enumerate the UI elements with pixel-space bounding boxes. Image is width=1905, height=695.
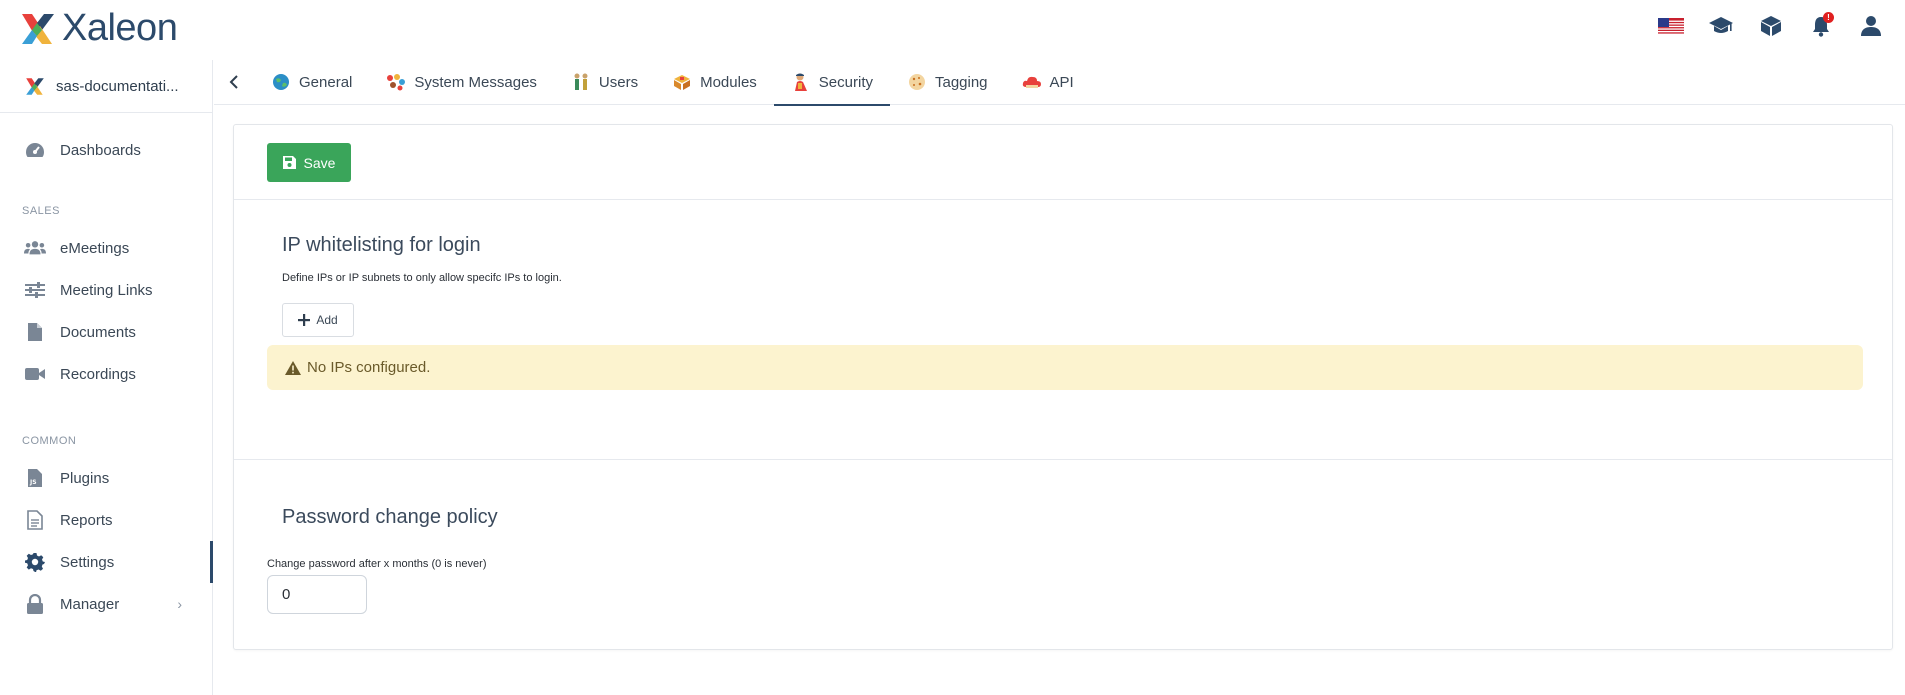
sidebar-item-settings[interactable]: Settings bbox=[0, 541, 213, 583]
svg-text:JS: JS bbox=[29, 479, 37, 486]
sidebar-section-sales: SALES bbox=[22, 205, 60, 217]
sidebar-item-meeting-links[interactable]: Meeting Links bbox=[0, 269, 212, 311]
tab-security[interactable]: Security bbox=[773, 60, 891, 106]
notification-badge: ! bbox=[1823, 12, 1834, 23]
js-file-icon: JS bbox=[24, 467, 46, 489]
globe-icon bbox=[271, 72, 291, 92]
language-selector[interactable] bbox=[1657, 12, 1685, 40]
header-actions: ! bbox=[1657, 12, 1885, 40]
no-ips-alert: No IPs configured. bbox=[267, 345, 1863, 390]
gauge-icon bbox=[24, 139, 46, 161]
sidebar-item-label: eMeetings bbox=[60, 239, 130, 257]
security-settings-card: Save IP whitelisting for login Define IP… bbox=[233, 124, 1893, 650]
password-months-label: Change password after x months (0 is nev… bbox=[267, 558, 487, 570]
users-icon bbox=[24, 237, 46, 259]
top-header: Xaleon ! bbox=[0, 0, 1905, 60]
sidebar-item-label: Meeting Links bbox=[60, 281, 153, 299]
document-icon bbox=[24, 321, 46, 343]
security-guard-icon bbox=[791, 72, 811, 92]
sidebar-item-emeetings[interactable]: eMeetings bbox=[0, 227, 212, 269]
package-icon bbox=[672, 72, 692, 92]
settings-tabs: General System Messages Users Modules Se… bbox=[214, 60, 1905, 106]
gear-icon bbox=[24, 551, 46, 573]
card-toolbar: Save bbox=[234, 125, 1892, 200]
users-figures-icon bbox=[571, 72, 591, 92]
app-logo[interactable]: Xaleon bbox=[18, 7, 178, 49]
sidebar-item-label: Settings bbox=[60, 553, 115, 571]
tab-label: API bbox=[1049, 73, 1074, 91]
video-camera-icon bbox=[24, 363, 46, 385]
floppy-disk-icon bbox=[282, 156, 296, 169]
tab-label: Tagging bbox=[934, 73, 988, 91]
box-icon bbox=[1761, 16, 1781, 36]
api-cloud-icon bbox=[1022, 72, 1042, 92]
tab-general[interactable]: General bbox=[254, 60, 369, 105]
ip-whitelist-description: Define IPs or IP subnets to only allow s… bbox=[282, 272, 562, 284]
lock-icon bbox=[24, 593, 46, 615]
academy-button[interactable] bbox=[1707, 12, 1735, 40]
sidebar-item-label: Documents bbox=[60, 323, 136, 341]
add-ip-button[interactable]: Add bbox=[282, 303, 354, 337]
xaleon-logo-icon bbox=[22, 14, 54, 44]
tab-label: Users bbox=[598, 73, 639, 91]
sidebar: sas-documentati... Dashboards SALES eMee… bbox=[0, 60, 213, 695]
cookie-icon bbox=[907, 72, 927, 92]
us-flag-icon bbox=[1658, 17, 1684, 35]
xaleon-logo-icon bbox=[26, 78, 44, 95]
back-button[interactable] bbox=[214, 60, 254, 105]
tab-api[interactable]: API bbox=[1005, 60, 1091, 105]
sidebar-item-label: Recordings bbox=[60, 365, 136, 383]
sidebar-item-plugins[interactable]: JS Plugins bbox=[0, 457, 212, 499]
user-icon bbox=[1861, 16, 1881, 36]
plus-icon bbox=[298, 314, 311, 326]
graduation-cap-icon bbox=[1709, 17, 1733, 33]
sidebar-item-recordings[interactable]: Recordings bbox=[0, 353, 212, 395]
sidebar-item-manager[interactable]: Manager › bbox=[0, 583, 212, 625]
tab-label: Modules bbox=[700, 73, 757, 91]
alert-message: No IPs configured. bbox=[307, 359, 431, 376]
report-file-icon bbox=[24, 509, 46, 531]
user-menu-button[interactable] bbox=[1857, 12, 1885, 40]
password-policy-section: Password change policy Change password a… bbox=[234, 460, 1892, 650]
password-months-input[interactable] bbox=[267, 575, 367, 614]
app-name: Xaleon bbox=[62, 7, 178, 49]
warning-icon bbox=[285, 360, 301, 375]
chevron-left-icon bbox=[229, 75, 238, 89]
add-button-label: Add bbox=[316, 313, 338, 327]
sidebar-item-label: Reports bbox=[60, 511, 113, 529]
tab-tagging[interactable]: Tagging bbox=[890, 60, 1005, 105]
tab-system-messages[interactable]: System Messages bbox=[369, 60, 554, 105]
tab-label: General bbox=[299, 73, 353, 91]
tab-users[interactable]: Users bbox=[554, 60, 655, 105]
save-button[interactable]: Save bbox=[267, 143, 351, 182]
tab-modules[interactable]: Modules bbox=[655, 60, 774, 105]
notifications-button[interactable]: ! bbox=[1807, 12, 1835, 40]
tab-label: System Messages bbox=[414, 73, 537, 91]
sidebar-section-common: COMMON bbox=[22, 435, 77, 447]
ip-whitelist-section: IP whitelisting for login Define IPs or … bbox=[234, 200, 1892, 460]
save-button-label: Save bbox=[303, 154, 336, 171]
sidebar-item-reports[interactable]: Reports bbox=[0, 499, 212, 541]
sidebar-item-label: Plugins bbox=[60, 469, 110, 487]
sidebar-item-label: Manager bbox=[60, 595, 120, 613]
ip-whitelist-title: IP whitelisting for login bbox=[282, 234, 481, 256]
sidebar-item-dashboards[interactable]: Dashboards bbox=[0, 129, 212, 171]
sliders-icon bbox=[24, 279, 46, 301]
sidebar-item-label: Dashboards bbox=[60, 141, 141, 159]
tab-label: Security bbox=[818, 73, 873, 91]
modules-button[interactable] bbox=[1757, 12, 1785, 40]
workspace-selector[interactable]: sas-documentati... bbox=[0, 60, 212, 113]
sidebar-item-documents[interactable]: Documents bbox=[0, 311, 212, 353]
password-policy-title: Password change policy bbox=[282, 506, 498, 528]
chevron-right-icon: › bbox=[177, 596, 182, 612]
workspace-name: sas-documentati... bbox=[56, 77, 179, 95]
messages-icon bbox=[386, 72, 406, 92]
